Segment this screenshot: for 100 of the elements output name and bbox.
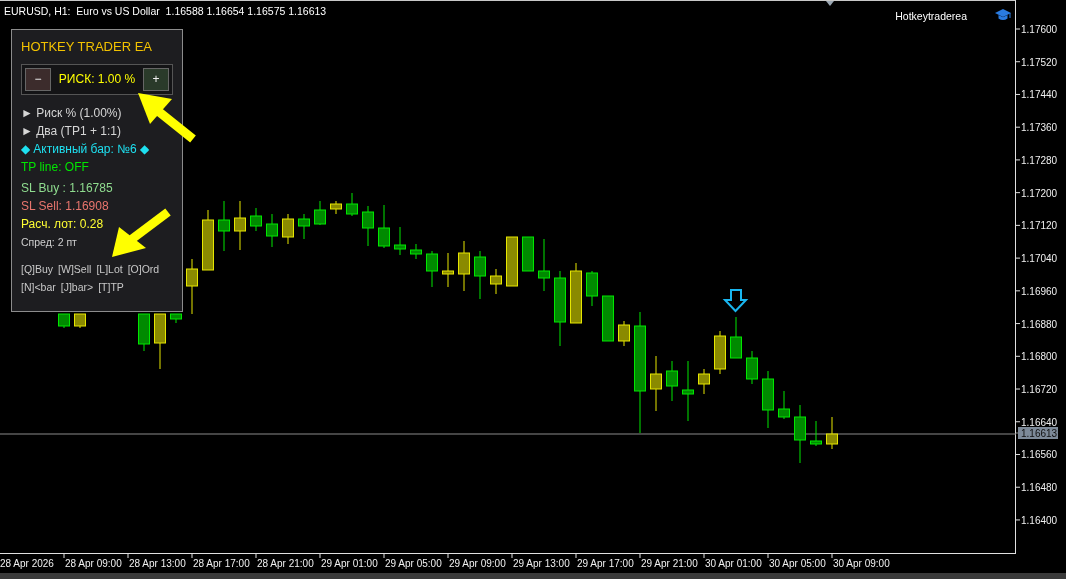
time-label: 29 Apr 17:00 (577, 558, 634, 569)
candlestick (74, 313, 86, 329)
candlestick (202, 209, 214, 271)
spread-text: Спред: 2 пт (21, 234, 78, 250)
time-label: 28 Apr 17:00 (193, 558, 250, 569)
hotkey-label: [T]TP (98, 279, 124, 295)
candlestick (138, 313, 150, 352)
candlestick (714, 330, 726, 375)
hotkey-label: [N]<bar (21, 279, 56, 295)
price-label: 1.17520 (1021, 56, 1058, 68)
chart-label: Hotkeytraderea (895, 9, 967, 24)
decrease-risk-button[interactable]: − (25, 67, 51, 91)
graduation-cap-icon (995, 9, 1011, 21)
current-price-tag: 1.16613 (1018, 427, 1058, 439)
candlestick (474, 250, 486, 300)
candlestick (762, 370, 774, 429)
candlestick (698, 368, 710, 395)
candlestick (234, 200, 246, 251)
hotkey-label: [L]Lot (96, 261, 123, 277)
candlestick (394, 226, 406, 256)
candlestick (618, 320, 630, 347)
candlestick (170, 313, 182, 324)
price-label: 1.16640 (1021, 416, 1058, 428)
triangle-marker-icon (826, 1, 834, 6)
candlestick (810, 420, 822, 447)
price-label: 1.17200 (1021, 187, 1058, 199)
time-label: 28 Apr 21:00 (257, 558, 314, 569)
price-label: 1.17600 (1021, 24, 1058, 35)
candlestick (746, 350, 758, 385)
price-label: 1.16480 (1021, 482, 1058, 494)
status-line: ◆ Активный бар: №6 ◆ (21, 140, 151, 158)
pointer-arrow (112, 208, 171, 257)
hotkey-label: [J]bar> (60, 279, 94, 295)
candlestick (826, 416, 838, 450)
candlestick (538, 238, 550, 292)
risk-value: РИСК: 1.00 % (58, 71, 136, 88)
candlestick (650, 355, 662, 412)
candlestick (682, 360, 694, 422)
candlestick (490, 268, 502, 295)
status-line: TP line: OFF (21, 158, 90, 176)
candlestick (586, 270, 598, 307)
panel-title: HOTKEY TRADER EA (21, 38, 153, 56)
status-line: Расч. лот: 0.28 (21, 215, 105, 233)
status-line: SL Sell: 1.16908 (21, 197, 110, 215)
time-label: 30 Apr 05:00 (769, 558, 826, 569)
time-label: 29 Apr 21:00 (641, 558, 698, 569)
candlestick (426, 250, 438, 288)
candlestick (58, 313, 70, 329)
candlestick (602, 295, 614, 342)
time-label: 28 Apr 13:00 (129, 558, 186, 569)
price-label: 1.16720 (1021, 384, 1058, 396)
candlestick (410, 243, 422, 260)
time-label: 29 Apr 13:00 (513, 558, 570, 569)
price-label: 1.16560 (1021, 449, 1058, 461)
candlestick (154, 313, 166, 370)
candlestick (666, 360, 678, 402)
time-label: 28 Apr 09:00 (65, 558, 122, 569)
status-line: ► Риск % (1.00%) (21, 104, 123, 122)
hotkey-label: [O]Ord (127, 261, 160, 277)
time-label: 30 Apr 01:00 (705, 558, 762, 569)
candlestick (250, 207, 262, 232)
candlestick (266, 213, 278, 248)
price-label: 1.17040 (1021, 253, 1058, 265)
chart-header: EURUSD, H1: Euro vs US Dollar 1.16588 1.16654 1.16575 1.16613 (4, 4, 327, 19)
candlestick (218, 200, 230, 252)
time-label: 28 Apr 2026 (0, 558, 54, 569)
candlestick (282, 213, 294, 245)
candlestick (378, 204, 390, 249)
increase-risk-button[interactable]: + (143, 67, 169, 91)
price-label: 1.16960 (1021, 285, 1058, 297)
price-label: 1.17120 (1021, 220, 1058, 232)
price-label: 1.17360 (1021, 122, 1058, 134)
hotkey-label: [W]Sell (58, 261, 92, 277)
candlestick (506, 236, 518, 287)
candlestick (442, 252, 454, 288)
down-arrow-icon (722, 289, 749, 313)
price-label: 1.17280 (1021, 154, 1058, 166)
time-label: 29 Apr 05:00 (385, 558, 442, 569)
price-label: 1.16880 (1021, 318, 1058, 330)
candlestick (570, 262, 582, 324)
price-label: 1.16800 (1021, 351, 1058, 363)
time-label: 30 Apr 09:00 (833, 558, 890, 569)
candlestick (186, 258, 198, 315)
candlestick (522, 236, 534, 272)
candlestick (346, 192, 358, 217)
candlestick (794, 404, 806, 464)
candlestick (314, 200, 326, 226)
price-label: 1.17440 (1021, 89, 1058, 101)
candlestick (330, 200, 342, 215)
price-label: 1.16400 (1021, 514, 1058, 526)
candlestick (458, 240, 470, 292)
candlestick (298, 213, 310, 240)
pointer-arrow (138, 93, 196, 143)
candlestick (730, 316, 742, 359)
candlestick (778, 390, 790, 420)
time-label: 29 Apr 09:00 (449, 558, 506, 569)
status-line: SL Buy : 1.16785 (21, 179, 114, 197)
time-label: 29 Apr 01:00 (321, 558, 378, 569)
hotkey-label: [Q]Buy (21, 261, 54, 277)
status-line: ► Два (TP1 + 1:1) (21, 122, 122, 140)
